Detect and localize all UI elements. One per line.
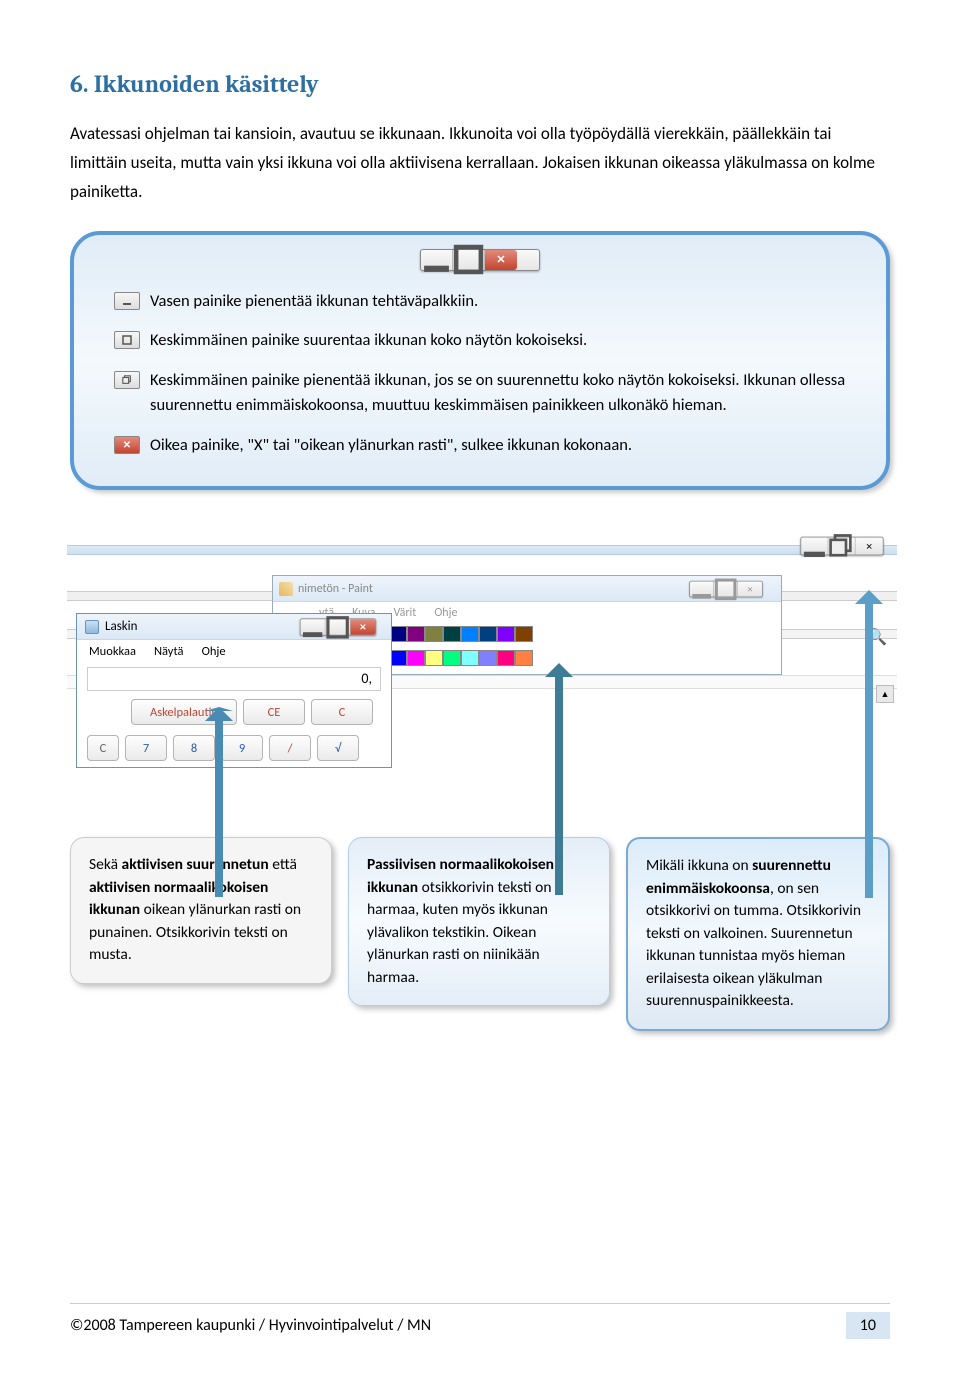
calc-app-icon (85, 620, 99, 634)
close-icon: ✕ (856, 538, 883, 555)
minimize-icon (301, 619, 326, 635)
minimize-icon (801, 538, 828, 555)
page-title: 6. Ikkunoiden käsittely (70, 70, 890, 98)
window-control-trio-illustration: ✕ (420, 249, 540, 271)
close-description: Oikea painike, "X" tai "oikean ylänurkan… (150, 433, 846, 459)
calc-button: / (269, 735, 311, 761)
color-swatch (443, 626, 461, 642)
color-swatch (425, 650, 443, 666)
maximize-icon (114, 331, 140, 349)
windows-screenshot-collage: ✕ 🔍 ▲ nimetön - Paint ✕ ytä Kuva Värit O… (67, 535, 897, 795)
color-swatch (497, 626, 515, 642)
menu-item: Ohje (202, 644, 226, 659)
close-icon: ✕ (350, 619, 375, 635)
close-icon: ✕ (485, 250, 517, 270)
calc-display: 0, (87, 667, 381, 691)
maximize-icon (714, 581, 738, 596)
maximize-description: Keskimmäinen painike suurentaa ikkunan k… (150, 328, 846, 354)
calc-title: Laskin (105, 619, 138, 634)
maximize-icon (453, 250, 485, 270)
color-swatch (461, 626, 479, 642)
restore-icon (114, 371, 140, 389)
minimize-description: Vasen painike pienentää ikkunan tehtäväp… (150, 289, 846, 315)
calc-button: C (87, 735, 119, 761)
calc-button: √ (317, 735, 359, 761)
color-swatch (407, 650, 425, 666)
minimize-icon (421, 250, 453, 270)
color-swatch (461, 650, 479, 666)
close-icon: ✕ (738, 581, 762, 596)
color-swatch (443, 650, 461, 666)
maximized-titlebar-stripe (67, 545, 897, 555)
paint-app-icon (279, 582, 293, 596)
arrow-to-note-2 (541, 663, 577, 895)
menu-item: Muokkaa (89, 644, 136, 659)
calc-button-c: C (311, 699, 373, 725)
calc-button-ce: CE (243, 699, 305, 725)
close-icon: ✕ (114, 436, 140, 454)
color-swatch (515, 650, 533, 666)
color-swatch (515, 626, 533, 642)
arrow-to-note-1 (201, 707, 237, 897)
page-footer: ©2008 Tampereen kaupunki / Hyvinvointipa… (70, 1303, 890, 1339)
footer-copyright: ©2008 Tampereen kaupunki / Hyvinvointipa… (70, 1316, 431, 1335)
menu-item: Näytä (154, 644, 184, 659)
intro-paragraph: Avatessasi ohjelman tai kansioin, avautu… (70, 120, 890, 207)
paint-title: nimetön - Paint (298, 582, 373, 596)
maximized-window-controls: ✕ (800, 537, 883, 556)
color-swatch (497, 650, 515, 666)
arrow-to-note-3 (851, 590, 887, 898)
page-number: 10 (846, 1312, 890, 1339)
color-swatch (407, 626, 425, 642)
minimize-icon (114, 292, 140, 310)
menu-item: Ohje (434, 606, 457, 620)
notes-row: Sekä aktiivisen suurennetun että aktiivi… (70, 837, 890, 1030)
restore-description: Keskimmäinen painike pienentää ikkunan, … (150, 368, 846, 419)
calc-button: 7 (125, 735, 167, 761)
minimize-icon (690, 581, 714, 596)
color-swatch (479, 650, 497, 666)
color-swatch (479, 626, 497, 642)
restore-icon (828, 538, 855, 555)
menu-item: Värit (393, 606, 416, 620)
maximize-icon (326, 619, 351, 635)
color-swatch (425, 626, 443, 642)
window-buttons-callout: ✕ Vasen painike pienentää ikkunan tehtäv… (70, 231, 890, 491)
